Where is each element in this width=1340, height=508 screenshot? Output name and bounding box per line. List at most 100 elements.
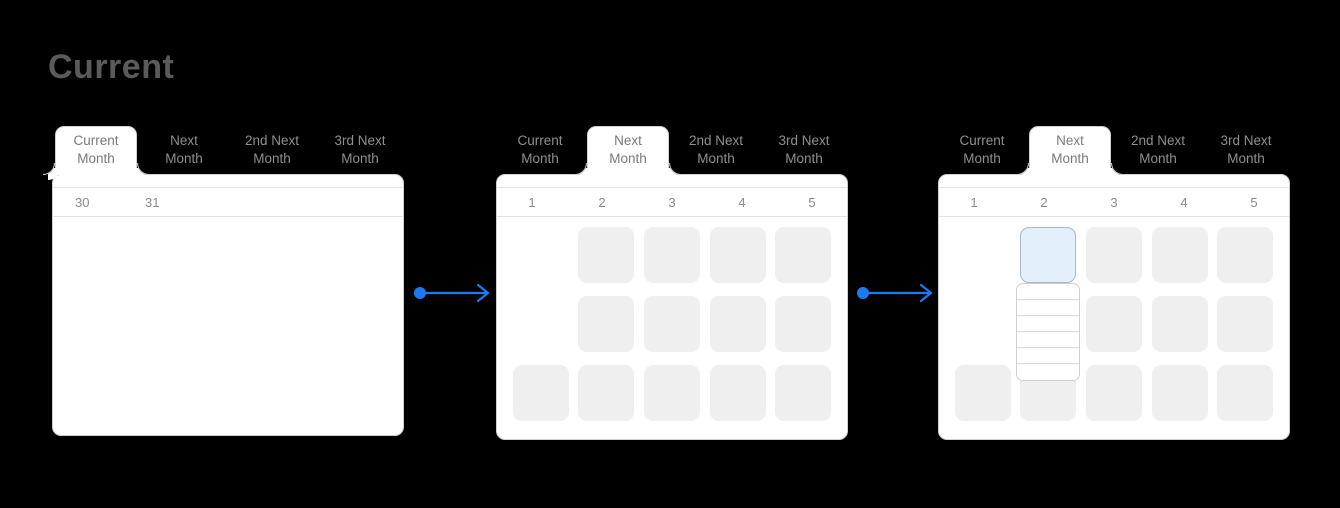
day-cell-row (950, 227, 1278, 296)
tab-2nd-next-month[interactable]: 2nd Next Month (228, 126, 316, 174)
day-cell-slot (770, 365, 836, 434)
day-cell-grid (939, 217, 1289, 446)
day-cell[interactable] (578, 227, 635, 283)
tab-label-line2: Month (1227, 151, 1265, 166)
day-cell[interactable] (578, 365, 635, 421)
day-cell[interactable] (1151, 296, 1208, 352)
tab-next-month[interactable]: Next Month (575, 126, 681, 175)
tab-2nd-next-month[interactable]: 2nd Next Month (672, 126, 760, 174)
tab-label-line1: Current (73, 133, 119, 148)
tab-2nd-next-month[interactable]: 2nd Next Month (1114, 126, 1202, 174)
tab-label-line2: Month (521, 151, 559, 166)
arrow-right-icon (857, 283, 933, 303)
tab-label-line2: Month (785, 151, 823, 166)
current-month-card: Current Month Next Month 2nd Next Month … (43, 126, 404, 436)
list-item[interactable] (1017, 284, 1080, 300)
day-cell[interactable] (709, 365, 766, 421)
tab-label-line1: Next (1056, 133, 1084, 148)
tab-current-month[interactable]: Current Month (43, 126, 149, 175)
day-cell-slot (705, 227, 771, 296)
day-cell-slot (574, 365, 640, 434)
tab-label-line2: Month (77, 151, 115, 166)
tab-label-line2: Month (963, 151, 1001, 166)
list-item[interactable] (1017, 300, 1080, 316)
day-cell-empty (955, 227, 1011, 283)
tab-current-month[interactable]: Current Month (938, 126, 1026, 174)
day-number: 4 (1180, 194, 1188, 210)
day-number: 5 (808, 194, 816, 210)
day-cell[interactable] (709, 296, 766, 352)
tab-next-month[interactable]: Next Month (1017, 126, 1123, 175)
day-cell-slot (1212, 296, 1278, 365)
day-cell-row (508, 227, 836, 296)
tab-3rd-next-month[interactable]: 3rd Next Month (760, 126, 848, 174)
tab-label-line1: Next (614, 133, 642, 148)
day-number-header: 1 2 3 4 5 (939, 187, 1289, 217)
day-cell-grid (53, 217, 403, 239)
tab-label-line2: Month (165, 151, 203, 166)
list-item[interactable] (1017, 364, 1079, 380)
day-cell[interactable] (709, 227, 766, 283)
list-item[interactable] (1017, 316, 1080, 332)
day-cell[interactable] (1217, 227, 1274, 283)
day-cell[interactable] (643, 365, 700, 421)
day-cell[interactable] (1151, 227, 1208, 283)
expanded-day-list-panel[interactable] (1016, 283, 1081, 381)
day-cell-slot (1212, 227, 1278, 296)
day-cell-slot (639, 365, 705, 434)
tabstrip-card1: Current Month Next Month 2nd Next Month … (43, 126, 404, 175)
day-number: 1 (528, 194, 536, 210)
day-cell[interactable] (643, 296, 700, 352)
day-cell-slot (1081, 296, 1147, 365)
tab-label-line1: 3rd Next (334, 133, 386, 148)
day-cell[interactable] (1217, 365, 1274, 421)
day-number: 2 (1040, 194, 1048, 210)
day-cell[interactable] (643, 227, 700, 283)
next-month-card: Current Month Next Month 2nd Next Month … (496, 126, 848, 440)
day-cell-slot (1081, 365, 1147, 434)
day-cell[interactable] (578, 296, 635, 352)
day-cell-slot (508, 227, 574, 296)
day-cell[interactable] (1085, 365, 1142, 421)
flow-diagram-stage: Current Month Next Month 2nd Next Month … (0, 0, 1340, 508)
day-cell[interactable] (512, 365, 569, 421)
day-cell-slot (950, 227, 1016, 296)
tab-current-month[interactable]: Current Month (496, 126, 584, 174)
day-cell-slot (950, 365, 1016, 434)
day-cell-slot (770, 296, 836, 365)
day-cell[interactable] (775, 365, 832, 421)
tab-label-line2: Month (1139, 151, 1177, 166)
day-cell[interactable] (954, 365, 1011, 421)
tab-label-line1: Current (517, 133, 563, 148)
day-cell[interactable] (775, 296, 832, 352)
tab-3rd-next-month[interactable]: 3rd Next Month (316, 126, 404, 174)
day-cell-slot (1147, 227, 1213, 296)
tab-label-line1: 3rd Next (1220, 133, 1272, 148)
arrow-right-icon (414, 283, 490, 303)
day-number: 3 (1110, 194, 1118, 210)
day-number-header: 30 31 (53, 187, 403, 217)
day-cell-empty (955, 296, 1011, 352)
tab-label-line2: Month (1051, 151, 1089, 166)
day-number-header: 1 2 3 4 5 (497, 187, 847, 217)
list-item[interactable] (1017, 348, 1080, 364)
day-cell-selected[interactable] (1020, 227, 1077, 283)
day-cell[interactable] (775, 227, 832, 283)
day-cell-row (950, 296, 1278, 365)
day-number: 31 (145, 194, 160, 210)
day-number: 1 (970, 194, 978, 210)
arrow-card1-to-card2 (412, 283, 494, 303)
day-cell[interactable] (1085, 296, 1142, 352)
day-cell[interactable] (1151, 365, 1208, 421)
day-number: 5 (1250, 194, 1258, 210)
tabstrip-card3: Current Month Next Month 2nd Next Month … (938, 126, 1290, 175)
list-item[interactable] (1017, 332, 1080, 348)
panel-top-spacer (939, 175, 1289, 187)
day-cell-slot (508, 296, 574, 365)
tab-next-month[interactable]: Next Month (140, 126, 228, 174)
day-cell[interactable] (1085, 227, 1142, 283)
calendar-panel: 1 2 3 4 5 (496, 174, 848, 440)
day-number: 3 (668, 194, 676, 210)
tab-3rd-next-month[interactable]: 3rd Next Month (1202, 126, 1290, 174)
day-cell[interactable] (1217, 296, 1274, 352)
